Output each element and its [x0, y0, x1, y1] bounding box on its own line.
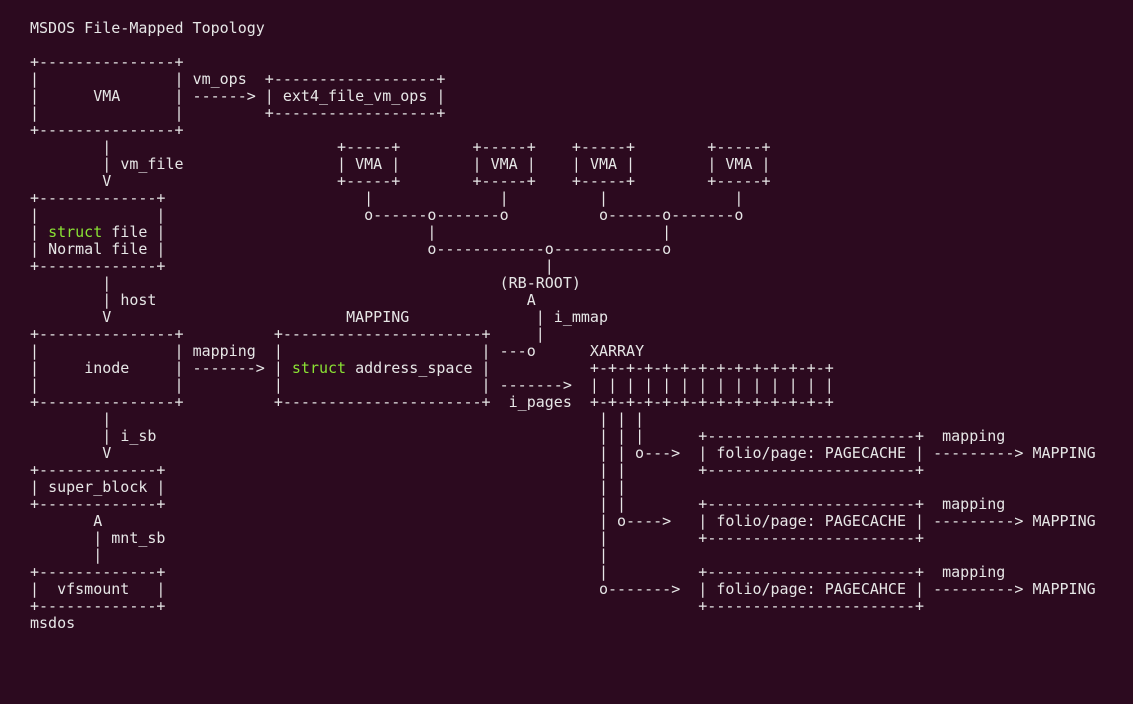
i-pages-label: i_pages [509, 393, 572, 411]
super-block-box: super_block [48, 478, 147, 496]
struct-keyword: struct [48, 223, 102, 241]
ascii-diagram: MSDOS File-Mapped Topology +------------… [0, 0, 1133, 632]
inode-box: inode [84, 359, 129, 377]
vma-box: VMA [93, 87, 120, 105]
i-sb-label: i_sb [120, 427, 156, 445]
host-label: host [120, 291, 156, 309]
mapping-center-label: MAPPING [346, 308, 409, 326]
xarray-label: XARRAY [590, 342, 644, 360]
ext4-ops-box: ext4_file_vm_ops [283, 87, 428, 105]
vm-ops-label: vm_ops [193, 70, 247, 88]
rb-root-label: (RB-ROOT) [500, 274, 581, 292]
mnt-sb-label: mnt_sb [111, 529, 165, 547]
mapping-arrow-label: mapping [193, 342, 256, 360]
i-mmap-label: i_mmap [554, 308, 608, 326]
diagram-title: MSDOS File-Mapped Topology [30, 19, 265, 37]
vm-file-label: vm_file [120, 155, 183, 173]
vfsmount-box: vfsmount [57, 580, 129, 598]
footer-label: msdos [30, 614, 75, 632]
